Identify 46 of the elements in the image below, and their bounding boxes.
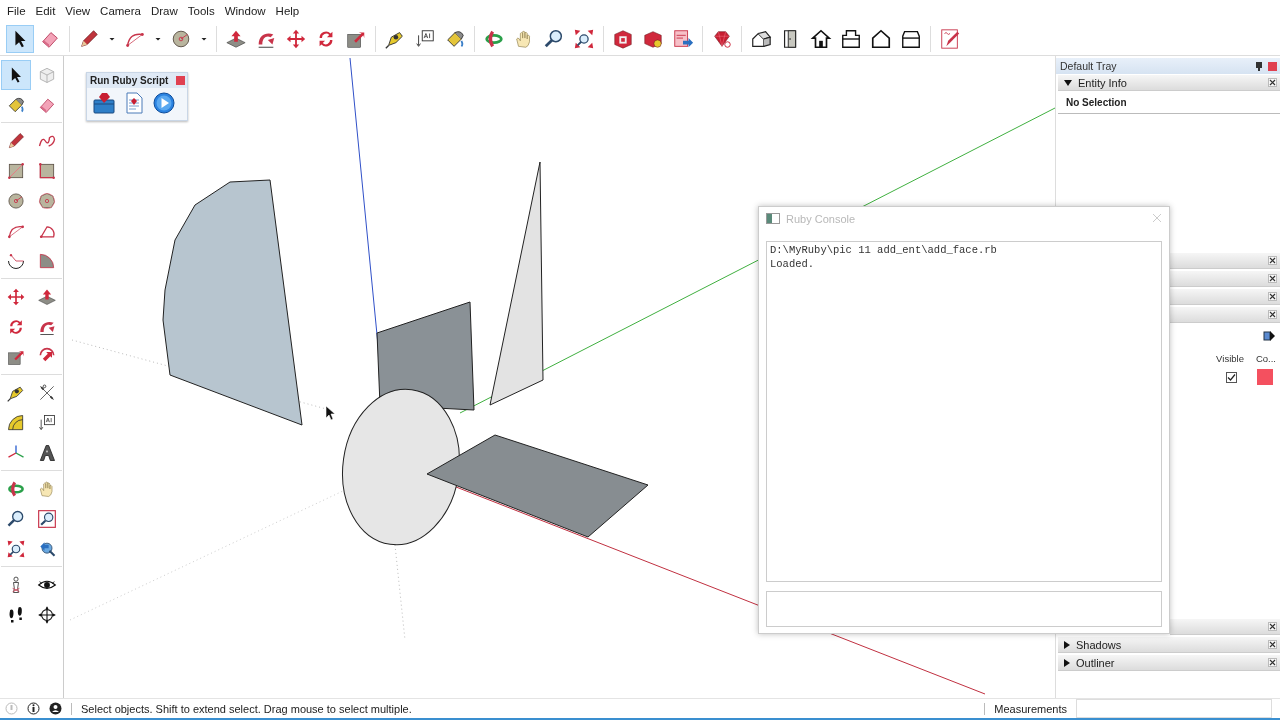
user-icon[interactable] — [49, 702, 62, 715]
ruby-box-icon[interactable] — [91, 90, 117, 116]
menu-item[interactable]: Edit — [30, 5, 61, 17]
close-icon[interactable] — [1268, 78, 1277, 87]
column-header: Visible — [1216, 353, 1244, 364]
close-icon[interactable] — [1268, 622, 1277, 631]
menu-item[interactable]: Window — [219, 5, 271, 17]
pin-icon[interactable] — [1255, 61, 1263, 71]
close-icon[interactable] — [1268, 640, 1277, 649]
panel-title: Shadows — [1076, 638, 1123, 651]
collapsed-triangle-icon[interactable] — [1064, 640, 1070, 649]
close-icon[interactable] — [1268, 310, 1277, 319]
checked-checkbox[interactable] — [1226, 371, 1237, 383]
menu-item[interactable]: File — [2, 5, 31, 17]
menu-item[interactable]: View — [60, 5, 96, 17]
panel-header[interactable]: Shadows — [1058, 637, 1280, 653]
window-title: Ruby Console — [786, 212, 857, 225]
panel-title: Outliner — [1076, 656, 1116, 669]
toolbar-title: Run Ruby Script — [90, 75, 169, 86]
console-input[interactable] — [766, 591, 1162, 627]
close-icon[interactable] — [1268, 256, 1277, 265]
measurements-label: Measurements — [994, 702, 1067, 715]
close-icon[interactable] — [1268, 274, 1277, 283]
panel-header[interactable]: Outliner — [1058, 655, 1280, 671]
status-message: Select objects. Shift to extend select. Drag mouse to select multiple. — [81, 702, 413, 715]
column-header: Co... — [1255, 353, 1276, 364]
window-icon — [766, 213, 780, 225]
play-icon[interactable] — [151, 90, 177, 116]
cursor-icon — [325, 405, 336, 421]
entity-info-text: No Selection — [1058, 92, 1280, 114]
close-icon[interactable] — [1268, 292, 1277, 301]
info-icon[interactable] — [27, 702, 40, 715]
menu-item[interactable]: Help — [270, 5, 305, 17]
arrow-icon[interactable] — [1262, 329, 1276, 343]
color-swatch[interactable] — [1257, 369, 1273, 385]
tray-title: Default Tray — [1060, 60, 1118, 72]
menu-item[interactable]: Draw — [146, 5, 183, 17]
measurements-field[interactable] — [1076, 699, 1272, 718]
expanded-triangle-icon[interactable] — [1064, 79, 1072, 86]
close-icon[interactable] — [1268, 658, 1277, 667]
panel-title: Entity Info — [1078, 76, 1128, 89]
console-output: D:\MyRuby\pic 11 add_ent\add_face.rb Loaded. — [766, 240, 1162, 583]
menu-item[interactable]: Camera — [95, 5, 146, 17]
menu-item[interactable]: Tools — [182, 5, 220, 17]
panel-header[interactable]: Entity Info — [1058, 75, 1280, 91]
collapsed-triangle-icon[interactable] — [1064, 658, 1070, 667]
